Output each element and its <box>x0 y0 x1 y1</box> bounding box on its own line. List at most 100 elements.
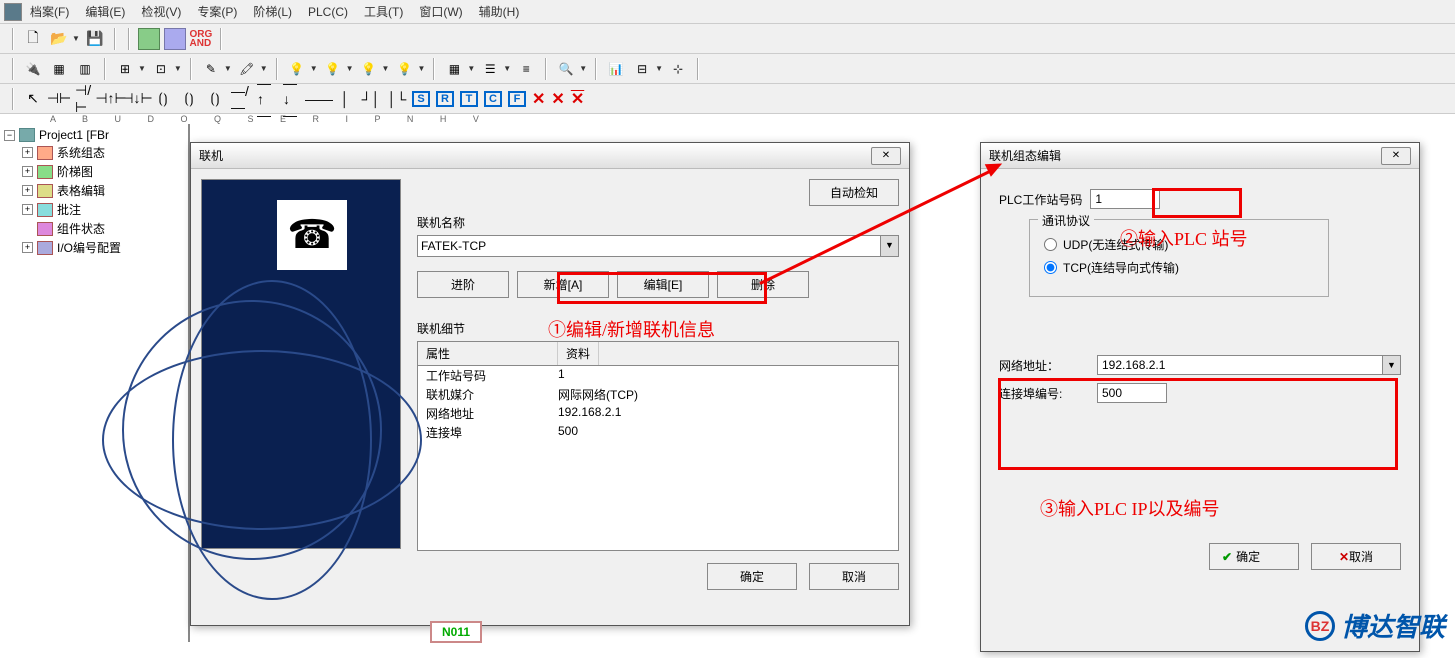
tcp-label: TCP(连结导向式传输) <box>1063 259 1179 276</box>
r-box-icon[interactable]: R <box>436 91 454 107</box>
center-icon[interactable]: ⊹ <box>667 58 689 80</box>
list-icon[interactable]: ☰ <box>479 58 501 80</box>
menu-tools[interactable]: 工具(T) <box>364 3 403 20</box>
expand-icon[interactable]: + <box>22 204 33 215</box>
ok-button[interactable]: 确定 <box>707 563 797 590</box>
coil3-icon[interactable]: ⟮⟯ <box>204 88 226 110</box>
close-icon[interactable]: ✕ <box>1381 147 1411 165</box>
highlight-icon[interactable]: 🖍 <box>236 58 258 80</box>
delete3-icon[interactable]: ✕ <box>571 89 584 109</box>
protocol-legend: 通讯协议 <box>1038 212 1094 229</box>
menu-project[interactable]: 专案(P) <box>197 3 237 20</box>
menu-plc[interactable]: PLC(C) <box>308 5 348 19</box>
tool-b-icon[interactable]: ⊡ <box>150 58 172 80</box>
delete1-icon[interactable]: ✕ <box>532 89 545 109</box>
not-icon[interactable]: —/— <box>230 88 252 110</box>
vline-icon[interactable]: │ <box>334 88 356 110</box>
link2-icon[interactable]: │└ <box>386 88 408 110</box>
tree-table[interactable]: 表格编辑 <box>57 182 105 199</box>
bulb2-icon[interactable]: 💡 <box>322 58 344 80</box>
c-box-icon[interactable]: C <box>484 91 502 107</box>
chip-icon[interactable]: ▦ <box>48 58 70 80</box>
contact-n-icon[interactable]: ⊣↓⊢ <box>126 88 148 110</box>
menu-file[interactable]: 档案(F) <box>30 3 69 20</box>
expand-icon[interactable]: + <box>22 185 33 196</box>
coil-icon[interactable]: ⟮⟯ <box>152 88 174 110</box>
connect-icon[interactable]: 🔌 <box>22 58 44 80</box>
tool-icon-2[interactable] <box>164 28 186 50</box>
search-icon[interactable]: 🔍 <box>555 58 577 80</box>
tree-io[interactable]: I/O编号配置 <box>57 239 121 256</box>
port-label: 连接埠编号: <box>999 385 1089 402</box>
bars-icon[interactable]: ≡ <box>515 58 537 80</box>
contact-nc-icon[interactable]: ⊣/⊢ <box>74 88 96 110</box>
menu-window[interactable]: 窗口(W) <box>419 3 462 20</box>
contact-no-icon[interactable]: ⊣⊢ <box>48 88 70 110</box>
auto-detect-button[interactable]: 自动检知 <box>809 179 899 206</box>
bulb3-icon[interactable]: 💡 <box>358 58 380 80</box>
tree-root-label[interactable]: Project1 [FBr <box>39 128 109 142</box>
row-data: 网际网络(TCP) <box>558 386 638 403</box>
tree-system-config[interactable]: 系统组态 <box>57 144 105 161</box>
toolbar-ladder: ↖ ⊣⊢ ⊣/⊢ ⊣↑⊢ ⊣↓⊢ ⟮⟯ ⟮⟯ ⟮⟯ —/— —↑— —↓— ——… <box>0 84 1455 114</box>
station-input[interactable] <box>1090 189 1160 209</box>
tree-device[interactable]: 组件状态 <box>57 220 105 237</box>
edit-button[interactable]: 编辑[E] <box>617 271 709 298</box>
connection-name-label: 联机名称 <box>417 214 899 231</box>
coil2-icon[interactable]: ⟮⟯ <box>178 88 200 110</box>
f-box-icon[interactable]: F <box>508 91 526 107</box>
expand-icon[interactable]: + <box>22 242 33 253</box>
connection-name-input[interactable] <box>417 235 881 257</box>
chart-icon[interactable]: 📊 <box>605 58 627 80</box>
port-input[interactable] <box>1097 383 1167 403</box>
ladder-icon <box>37 165 53 179</box>
dropdown-icon[interactable]: ▼ <box>881 235 899 257</box>
close-icon[interactable]: ✕ <box>871 147 901 165</box>
new-file-icon[interactable]: 🗋 <box>22 28 44 50</box>
dropdown-icon[interactable]: ▼ <box>1383 355 1401 375</box>
ok-button[interactable]: ✔确定 <box>1209 543 1299 570</box>
open-dropdown-icon[interactable]: ▼ <box>72 34 80 43</box>
cancel-button[interactable]: 取消 <box>809 563 899 590</box>
fall-icon[interactable]: —↓— <box>282 88 304 110</box>
row-data: 500 <box>558 424 578 441</box>
menu-edit[interactable]: 编辑(E) <box>85 3 125 20</box>
menu-view[interactable]: 检视(V) <box>141 3 181 20</box>
dialog-graphic: ☎ <box>201 179 401 549</box>
tool-a-icon[interactable]: ⊞ <box>114 58 136 80</box>
delete-button[interactable]: 删除 <box>717 271 809 298</box>
tcp-radio[interactable] <box>1044 261 1057 274</box>
link1-icon[interactable]: ┘│ <box>360 88 382 110</box>
udp-radio[interactable] <box>1044 238 1057 251</box>
add-button[interactable]: 新增[A] <box>517 271 609 298</box>
menu-help[interactable]: 辅助(H) <box>479 3 520 20</box>
edit-tool-icon[interactable]: ✎ <box>200 58 222 80</box>
tree-collapse-icon[interactable]: − <box>4 130 15 141</box>
tree-ladder[interactable]: 阶梯图 <box>57 163 93 180</box>
s-box-icon[interactable]: S <box>412 91 430 107</box>
expand-icon[interactable]: + <box>22 147 33 158</box>
row-attr: 工作站号码 <box>418 367 558 384</box>
cancel-button[interactable]: ✕取消 <box>1311 543 1401 570</box>
module-icon[interactable]: ▥ <box>74 58 96 80</box>
expand-icon[interactable]: + <box>22 166 33 177</box>
advance-button[interactable]: 进阶 <box>417 271 509 298</box>
rise-icon[interactable]: —↑— <box>256 88 278 110</box>
bulb4-icon[interactable]: 💡 <box>393 58 415 80</box>
toolbar-main: 🗋 📂 ▼ 💾 ORGAND <box>0 24 1455 54</box>
grid-icon[interactable]: ▦ <box>443 58 465 80</box>
toolbar-secondary: 🔌 ▦ ▥ ⊞▼ ⊡▼ ✎▼ 🖍▼ 💡▼ 💡▼ 💡▼ 💡▼ ▦▼ ☰▼ ≡ 🔍▼… <box>0 54 1455 84</box>
hline-icon[interactable]: —— <box>308 88 330 110</box>
menu-ladder[interactable]: 阶梯(L) <box>253 3 292 20</box>
delete2-icon[interactable]: ✕ <box>551 89 564 109</box>
net-icon[interactable]: ⊟ <box>631 58 653 80</box>
tool-icon-1[interactable] <box>138 28 160 50</box>
open-file-icon[interactable]: 📂 <box>48 28 70 50</box>
contact-p-icon[interactable]: ⊣↑⊢ <box>100 88 122 110</box>
org-and-button[interactable]: ORGAND <box>190 28 212 50</box>
t-box-icon[interactable]: T <box>460 91 478 107</box>
cursor-icon[interactable]: ↖ <box>22 88 44 110</box>
addr-input[interactable] <box>1097 355 1383 375</box>
save-icon[interactable]: 💾 <box>84 28 106 50</box>
tree-comment[interactable]: 批注 <box>57 201 81 218</box>
